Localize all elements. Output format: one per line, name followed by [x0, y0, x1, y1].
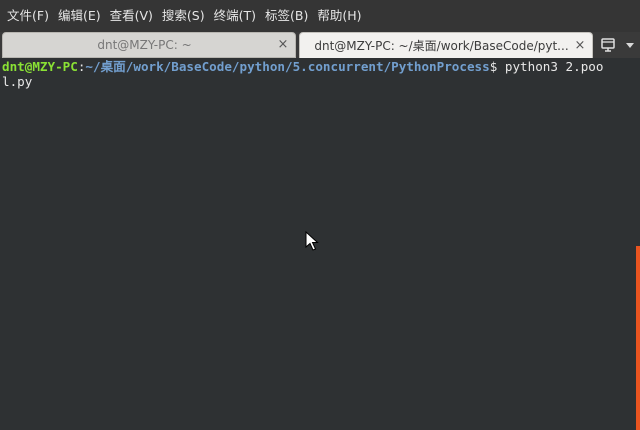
menu-bar: 文件(F) 编辑(E) 查看(V) 搜索(S) 终端(T) 标签(B) 帮助(H… [0, 0, 640, 32]
command-text-wrap: l.py [2, 74, 33, 89]
command-line-wrap: l.py [2, 74, 634, 89]
prompt-path: ~/桌面/work/BaseCode/python/5.concurrent/P… [85, 59, 490, 74]
command-line: dnt@MZY-PC:~/桌面/work/BaseCode/python/5.c… [2, 59, 634, 74]
chevron-down-icon[interactable] [624, 39, 636, 51]
menu-help[interactable]: 帮助(H) [314, 0, 367, 32]
menu-view[interactable]: 查看(V) [107, 0, 159, 32]
close-icon[interactable]: × [274, 32, 292, 58]
terminal-window: 文件(F) 编辑(E) 查看(V) 搜索(S) 终端(T) 标签(B) 帮助(H… [0, 0, 640, 430]
menu-terminal[interactable]: 终端(T) [211, 0, 262, 32]
close-icon[interactable]: × [571, 33, 589, 59]
tab-python-process[interactable]: dnt@MZY-PC: ~/桌面/work/BaseCode/pyt... × [299, 32, 593, 58]
prompt-user: dnt@MZY-PC [2, 59, 78, 74]
new-tab-icon[interactable] [598, 36, 618, 54]
prompt-symbol: $ [489, 59, 505, 74]
scrollbar-thumb[interactable] [636, 246, 640, 430]
menu-search[interactable]: 搜索(S) [159, 0, 211, 32]
menu-file[interactable]: 文件(F) [4, 0, 55, 32]
tab-title: dnt@MZY-PC: ~ [97, 38, 192, 52]
tab-bar: dnt@MZY-PC: ~ × dnt@MZY-PC: ~/桌面/work/Ba… [0, 32, 640, 58]
scrollbar[interactable] [636, 58, 640, 430]
command-text: python3 2.poo [504, 59, 604, 74]
mouse-pointer-icon [305, 231, 319, 251]
tab-home[interactable]: dnt@MZY-PC: ~ × [2, 32, 296, 58]
menu-tabs[interactable]: 标签(B) [262, 0, 314, 32]
tab-title: dnt@MZY-PC: ~/桌面/work/BaseCode/pyt... [314, 39, 569, 53]
menu-edit[interactable]: 编辑(E) [55, 0, 107, 32]
